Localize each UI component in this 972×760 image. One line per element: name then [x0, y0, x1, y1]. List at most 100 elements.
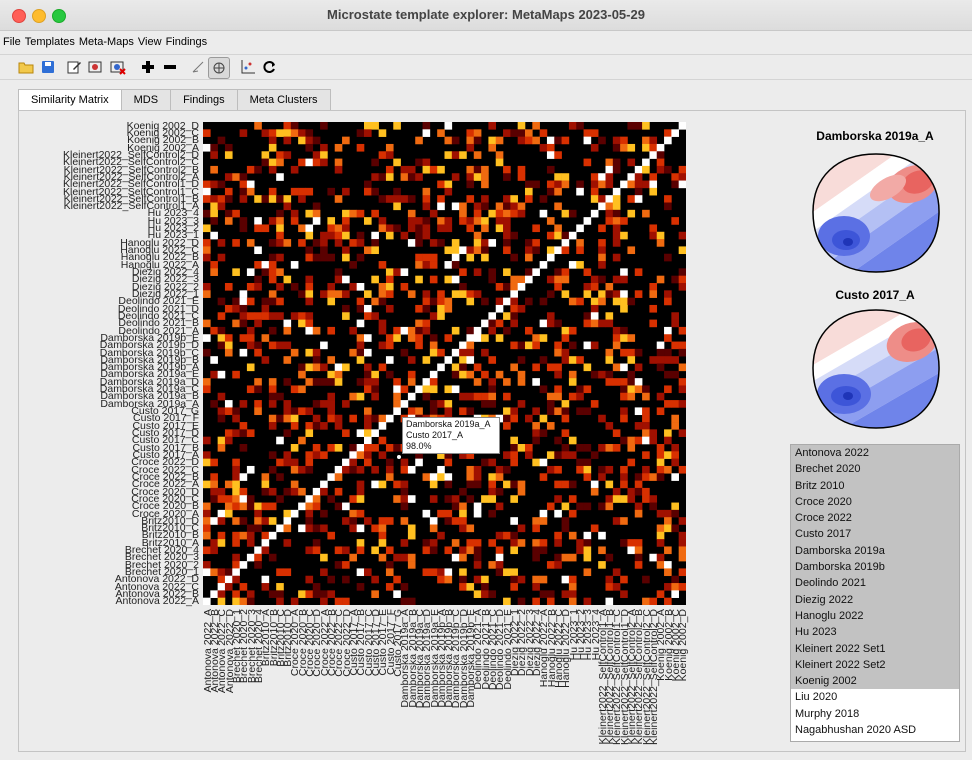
matrix-cell: [371, 209, 379, 218]
edit-icon[interactable]: [64, 57, 84, 77]
matrix-cell: [312, 546, 321, 555]
dataset-list-item[interactable]: Diezig 2022: [791, 591, 959, 608]
dataset-list-item[interactable]: Hanoglu 2022: [791, 607, 959, 625]
dataset-list-item[interactable]: Koenig 2002: [791, 673, 959, 690]
matrix-cell: [627, 209, 636, 218]
matrix-cell: [568, 370, 577, 379]
dataset-list-item[interactable]: Murphy 2018: [791, 706, 959, 722]
dataset-list-item[interactable]: Croce 2022: [791, 510, 959, 527]
dataset-list-item[interactable]: Brechet 2020: [791, 461, 959, 478]
matrix-cell: [400, 502, 409, 511]
matrix-cell: [598, 261, 606, 269]
matrix-cell: [634, 378, 643, 386]
matrix-cell: [371, 378, 379, 386]
matrix-cell: [320, 239, 328, 247]
open-folder-icon[interactable]: [16, 57, 36, 77]
matrix-cell: [407, 553, 416, 562]
menu-findings[interactable]: Findings: [163, 36, 208, 48]
remove-icon[interactable]: [160, 57, 180, 77]
matrix-cell: [356, 465, 365, 474]
tab-meta-clusters[interactable]: Meta Clusters: [236, 89, 331, 110]
matrix-cell: [239, 334, 248, 342]
matrix-cell: [517, 356, 526, 364]
matrix-cell: [561, 180, 570, 189]
matrix-cell: [451, 290, 460, 298]
matrix-cell: [444, 517, 453, 525]
dataset-list-item[interactable]: Britz 2010: [791, 477, 959, 494]
matrix-cell: [210, 473, 218, 481]
similarity-matrix-heatmap[interactable]: [203, 122, 686, 605]
matrix-cell: [627, 487, 636, 496]
tab-findings[interactable]: Findings: [170, 89, 238, 110]
matrix-cell: [400, 326, 409, 335]
dataset-list-item[interactable]: Liu 2020: [791, 689, 959, 705]
menu-templates[interactable]: Templates: [22, 36, 75, 48]
matrix-cell: [334, 363, 343, 372]
dataset-list[interactable]: Antonova 2022 Brechet 2020 Britz 2010 Croce…: [790, 444, 960, 742]
edit-map-icon[interactable]: [86, 57, 106, 77]
matrix-cell: [605, 422, 614, 430]
matrix-cell: [627, 495, 636, 503]
matrix-cell: [371, 575, 379, 584]
matrix-cell: [246, 495, 255, 503]
dataset-list-item[interactable]: Antonova 2022: [791, 445, 959, 462]
matrix-cell: [393, 444, 401, 452]
matrix-cell: [312, 539, 321, 547]
dataset-list-item[interactable]: Croce 2020: [791, 493, 959, 511]
matrix-cell: [429, 385, 438, 394]
refresh-icon[interactable]: [260, 57, 280, 77]
matrix-cell: [232, 239, 240, 247]
matrix-cell: [634, 165, 643, 174]
matrix-cell: [283, 341, 292, 350]
matrix-cell: [554, 275, 562, 284]
matrix-cell: [224, 304, 233, 313]
matrix-cell: [407, 392, 416, 401]
save-icon[interactable]: [38, 57, 58, 77]
select-icon[interactable]: [188, 57, 208, 77]
tab-similarity-matrix[interactable]: Similarity Matrix: [18, 89, 122, 111]
matrix-cell: [620, 326, 628, 335]
topographic-map-1[interactable]: [808, 150, 944, 276]
matrix-cell: [466, 407, 475, 416]
matrix-cell: [598, 202, 606, 211]
dataset-list-item[interactable]: Damborska 2019b: [791, 559, 959, 576]
matrix-cell: [546, 451, 555, 459]
matrix-cell: [276, 392, 284, 401]
dataset-list-item[interactable]: Hu 2023: [791, 624, 959, 641]
matrix-cell: [546, 312, 555, 320]
matrix-cell: [568, 392, 577, 401]
matrix-cell: [664, 202, 672, 211]
matrix-cell: [473, 136, 482, 145]
dataset-list-item[interactable]: Nagabhushan 2020 ASD: [791, 722, 959, 738]
matrix-cell: [605, 502, 614, 511]
add-icon[interactable]: [138, 57, 158, 77]
matrix-cell: [612, 195, 621, 203]
dataset-list-item[interactable]: Custo 2017: [791, 526, 959, 543]
matrix-cell: [276, 231, 284, 240]
dataset-list-item[interactable]: Damborska 2019a: [791, 542, 959, 560]
matrix-cell: [590, 370, 599, 379]
matrix-cell: [583, 268, 592, 276]
delete-map-icon[interactable]: [108, 57, 128, 77]
matrix-cell: [268, 217, 277, 225]
matrix-cell: [298, 465, 306, 474]
menu-file[interactable]: File: [0, 36, 21, 48]
dataset-list-item[interactable]: Kleinert 2022 Set2: [791, 656, 959, 674]
dataset-list-item[interactable]: Kleinert 2022 Set1: [791, 640, 959, 657]
matrix-cell: [327, 378, 336, 386]
matrix-cell: [546, 407, 555, 416]
matrix-cell: [656, 473, 665, 481]
dataset-list-item[interactable]: Deolindo 2021: [791, 575, 959, 592]
3d-view-icon[interactable]: [208, 57, 230, 79]
scatter-plot-icon[interactable]: [238, 57, 258, 77]
menu-meta-maps[interactable]: Meta-Maps: [76, 36, 134, 48]
menu-view[interactable]: View: [135, 36, 162, 48]
topographic-map-2[interactable]: [808, 306, 944, 432]
matrix-cell: [385, 517, 394, 525]
tab-mds[interactable]: MDS: [120, 89, 172, 110]
matrix-cell: [246, 524, 255, 533]
matrix-cell: [451, 539, 460, 547]
matrix-cell: [459, 268, 467, 276]
matrix-cell: [620, 575, 628, 584]
matrix-cell: [283, 136, 292, 145]
